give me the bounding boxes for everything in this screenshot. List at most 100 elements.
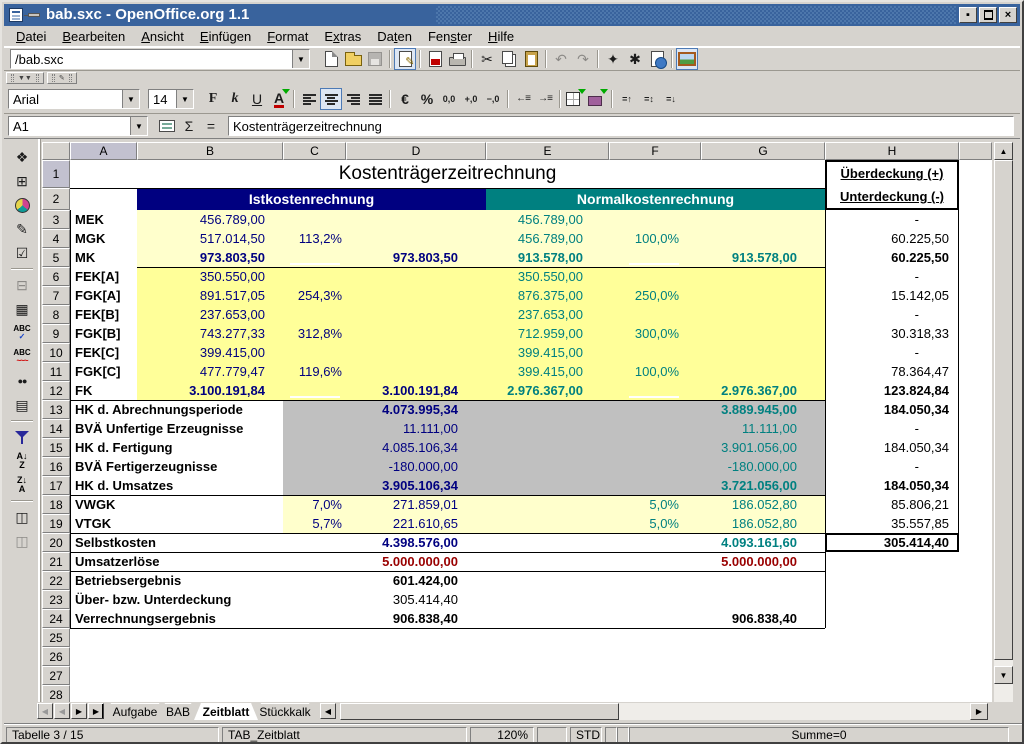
autofilter-icon[interactable] [9, 425, 35, 449]
scroll-down-button[interactable]: ▼ [994, 666, 1013, 684]
auto-spellcheck-icon[interactable]: ABC~~~ [9, 345, 35, 369]
cell-B12[interactable]: 3.100.191,84 [137, 381, 265, 400]
font-name-dropdown-arrow-icon[interactable]: ▼ [122, 90, 139, 108]
align-top-icon[interactable]: =↑ [616, 88, 638, 110]
row-label-20[interactable]: Selbstkosten [71, 533, 301, 552]
row-header-18[interactable]: 18 [42, 495, 70, 514]
row-label-18[interactable]: VWGK [71, 495, 301, 514]
minimize-button[interactable]: ▪ [959, 7, 977, 23]
equals-icon[interactable]: = [200, 115, 222, 137]
cell-G13[interactable]: 3.889.945,00 [701, 400, 797, 419]
cell-E4[interactable]: 456.789,00 [486, 229, 583, 248]
cell-C9[interactable]: 312,8% [283, 324, 342, 343]
scroll-right-button[interactable]: ▶ [970, 703, 988, 720]
menu-format[interactable]: Format [259, 27, 316, 46]
row-header-6[interactable]: 6 [42, 267, 70, 286]
cell-E9[interactable]: 712.959,00 [486, 324, 583, 343]
url-input[interactable] [11, 50, 292, 68]
cell-E5[interactable]: 913.578,00 [486, 248, 583, 267]
cell-B9[interactable]: 743.277,33 [137, 324, 265, 343]
draw-functions-icon[interactable]: ✎ [9, 217, 35, 241]
window-icon[interactable] [9, 8, 23, 22]
menu-bearbeiten[interactable]: Bearbeiten [54, 27, 133, 46]
cell-C4[interactable]: 113,2% [283, 229, 342, 248]
menu-hilfe[interactable]: Hilfe [480, 27, 522, 46]
cell-H17[interactable]: 184.050,34 [825, 476, 949, 495]
first-sheet-button[interactable]: ◀ [37, 703, 53, 719]
menu-ansicht[interactable]: Ansicht [133, 27, 192, 46]
cell-G12[interactable]: 2.976.367,00 [701, 381, 797, 400]
row-header-4[interactable]: 4 [42, 229, 70, 248]
sheet-tab-aufgabe[interactable]: Aufgabe [104, 703, 166, 720]
data-sources-icon[interactable]: ▤ [9, 393, 35, 417]
number-format-percent-icon[interactable]: % [416, 88, 438, 110]
formula-input-line[interactable] [228, 116, 1014, 136]
sheet-tab-stückkalk[interactable]: Stückkalk [254, 703, 316, 720]
menu-daten[interactable]: Daten [369, 27, 420, 46]
background-color-icon[interactable] [586, 88, 608, 110]
cell-D20[interactable]: 4.398.576,00 [346, 533, 458, 552]
column-header-F[interactable]: F [609, 142, 701, 160]
column-header-H[interactable]: H [825, 142, 959, 160]
url-dropdown-arrow-icon[interactable]: ▼ [292, 50, 309, 68]
row-header-27[interactable]: 27 [42, 666, 70, 685]
cell-C18[interactable]: 7,0% [283, 495, 342, 514]
cell-F18[interactable]: 5,0% [609, 495, 679, 514]
cell-H11[interactable]: 78.364,47 [825, 362, 949, 381]
column-header-C[interactable]: C [283, 142, 346, 160]
cell-H18[interactable]: 85.806,21 [825, 495, 949, 514]
decrease-indent-icon[interactable]: ←≡ [512, 88, 534, 110]
column-header-D[interactable]: D [346, 142, 486, 160]
cell-D24[interactable]: 906.838,40 [346, 609, 458, 628]
font-name-input[interactable] [9, 90, 122, 108]
row-header-16[interactable]: 16 [42, 457, 70, 476]
cell-D14[interactable]: 11.111,00 [346, 419, 458, 438]
paste-icon[interactable] [520, 48, 542, 70]
cell-F11[interactable]: 100,0% [609, 362, 679, 381]
row-label-21[interactable]: Umsatzerlöse [71, 552, 301, 571]
font-size-input[interactable] [149, 90, 176, 108]
cell-H14[interactable]: - [825, 419, 919, 438]
cell-D21[interactable]: 5.000.000,00 [346, 552, 458, 571]
row-header-17[interactable]: 17 [42, 476, 70, 495]
copy-icon[interactable] [498, 48, 520, 70]
last-sheet-button[interactable]: ▶ [88, 703, 104, 719]
row-header-19[interactable]: 19 [42, 514, 70, 533]
cell-B6[interactable]: 350.550,00 [137, 267, 265, 286]
cell-H12[interactable]: 123.824,84 [825, 381, 949, 400]
close-button[interactable]: × [999, 7, 1017, 23]
align-center-icon[interactable] [320, 88, 342, 110]
align-left-icon[interactable] [298, 88, 320, 110]
cell-D17[interactable]: 3.905.106,34 [346, 476, 458, 495]
spreadsheet-grid[interactable]: IstkostenrechnungNormalkostenrechnungKos… [42, 142, 992, 702]
cell-D5[interactable]: 973.803,50 [346, 248, 458, 267]
menu-datei[interactable]: Datei [8, 27, 54, 46]
cell-E7[interactable]: 876.375,00 [486, 286, 583, 305]
font-size-dropdown-arrow-icon[interactable]: ▼ [176, 90, 193, 108]
cell-H10[interactable]: - [825, 343, 919, 362]
row-header-10[interactable]: 10 [42, 343, 70, 362]
column-header-B[interactable]: B [137, 142, 283, 160]
cell-G21[interactable]: 5.000.000,00 [701, 552, 797, 571]
row-header-20[interactable]: 20 [42, 533, 70, 552]
cell-G20[interactable]: 4.093.161,60 [701, 533, 797, 552]
stylist-icon[interactable]: ✱ [624, 48, 646, 70]
cell-E11[interactable]: 399.415,00 [486, 362, 583, 381]
cell-B8[interactable]: 237.653,00 [137, 305, 265, 324]
redo-icon[interactable]: ↷ [572, 48, 594, 70]
cell-D22[interactable]: 601.424,00 [346, 571, 458, 590]
cell-reference-box[interactable]: ▼ [8, 116, 148, 136]
cell-H5[interactable]: 60.225,50 [825, 248, 949, 267]
row-header-13[interactable]: 13 [42, 400, 70, 419]
new-document-icon[interactable] [320, 48, 342, 70]
cell-G16[interactable]: -180.000,00 [701, 457, 797, 476]
bold-icon[interactable]: F [202, 88, 224, 110]
scroll-up-button[interactable]: ▲ [994, 142, 1013, 160]
row-header-1[interactable]: 1 [42, 160, 70, 188]
insert-chart-icon[interactable] [9, 193, 35, 217]
column-header-I[interactable] [959, 142, 992, 160]
align-right-icon[interactable] [342, 88, 364, 110]
row-header-22[interactable]: 22 [42, 571, 70, 590]
add-decimal-icon[interactable]: +,0 [460, 88, 482, 110]
autoformat-icon[interactable]: ▦ [9, 297, 35, 321]
